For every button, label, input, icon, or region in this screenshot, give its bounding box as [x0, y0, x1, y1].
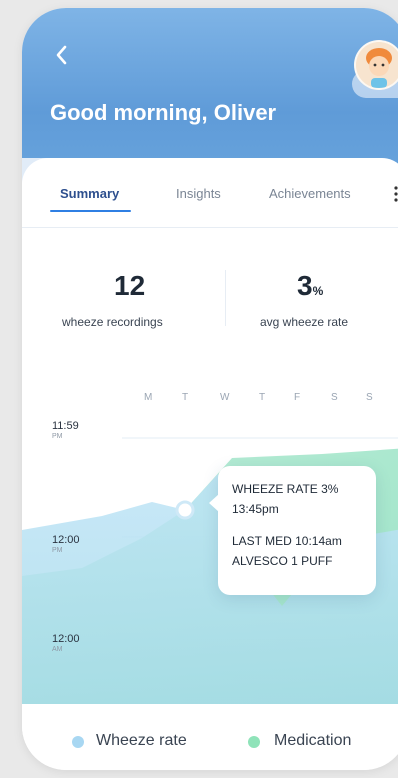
phone-screen: Good morning, Oliver Summary Insights Ac… — [22, 8, 398, 770]
greeting-title: Good morning, Oliver — [50, 100, 277, 125]
wheeze-rate-legend-label: Wheeze rate — [96, 732, 187, 749]
day-label: F — [294, 392, 301, 403]
time-value: 11:59 — [52, 420, 79, 432]
time-label: 12:00 PM — [52, 534, 80, 554]
chevron-left-icon — [56, 45, 67, 65]
day-label: S — [366, 392, 373, 403]
tab-divider — [22, 227, 398, 228]
day-label: T — [259, 392, 266, 403]
day-label: W — [220, 392, 230, 403]
tooltip-pointer — [209, 494, 219, 512]
summary-card: Summary Insights Achievements 12 wheeze … — [22, 158, 398, 770]
day-label: T — [182, 392, 189, 403]
time-period: PM — [52, 433, 63, 440]
tab-insights[interactable]: Insights — [176, 186, 221, 201]
tab-bar: Summary Insights Achievements — [50, 186, 398, 214]
child-avatar-icon — [356, 42, 398, 88]
tab-achievements[interactable]: Achievements — [269, 186, 351, 201]
active-tab-indicator — [50, 210, 131, 212]
back-button[interactable] — [54, 44, 68, 70]
tooltip-last-med: LAST MED 10:14am — [232, 534, 342, 548]
time-value: 12:00 — [52, 534, 80, 546]
tooltip-wheeze-rate: WHEEZE RATE 3% — [232, 482, 339, 496]
recordings-count: 12 — [114, 270, 146, 301]
medication-legend-label: Medication — [274, 732, 352, 749]
day-label: S — [331, 392, 338, 403]
wheeze-rate-value: 3% — [297, 270, 323, 302]
stats-divider — [225, 270, 226, 326]
more-vertical-icon[interactable] — [394, 186, 398, 207]
wheeze-rate-unit: % — [312, 284, 324, 298]
medication-legend-dot — [248, 736, 260, 748]
recordings-label: wheeze recordings — [62, 315, 163, 329]
time-label: 12:00 AM — [52, 633, 80, 653]
tab-summary[interactable]: Summary — [60, 186, 119, 201]
chart-legend: Wheeze rate Medication — [22, 710, 398, 770]
wheeze-rate-number: 3 — [297, 270, 313, 301]
time-period: PM — [52, 547, 63, 554]
tooltip-time: 13:45pm — [232, 502, 279, 516]
selected-data-point[interactable] — [175, 500, 195, 520]
wheeze-rate-legend-dot — [72, 736, 84, 748]
wheeze-rate-label: avg wheeze rate — [260, 315, 349, 329]
avatar[interactable] — [354, 40, 398, 90]
tooltip-medication: ALVESCO 1 PUFF — [232, 554, 333, 568]
time-period: AM — [52, 646, 63, 653]
day-label: M — [144, 392, 153, 403]
time-label: 11:59 PM — [52, 420, 79, 440]
time-value: 12:00 — [52, 633, 80, 645]
data-tooltip: WHEEZE RATE 3% 13:45pm LAST MED 10:14am … — [209, 466, 376, 595]
